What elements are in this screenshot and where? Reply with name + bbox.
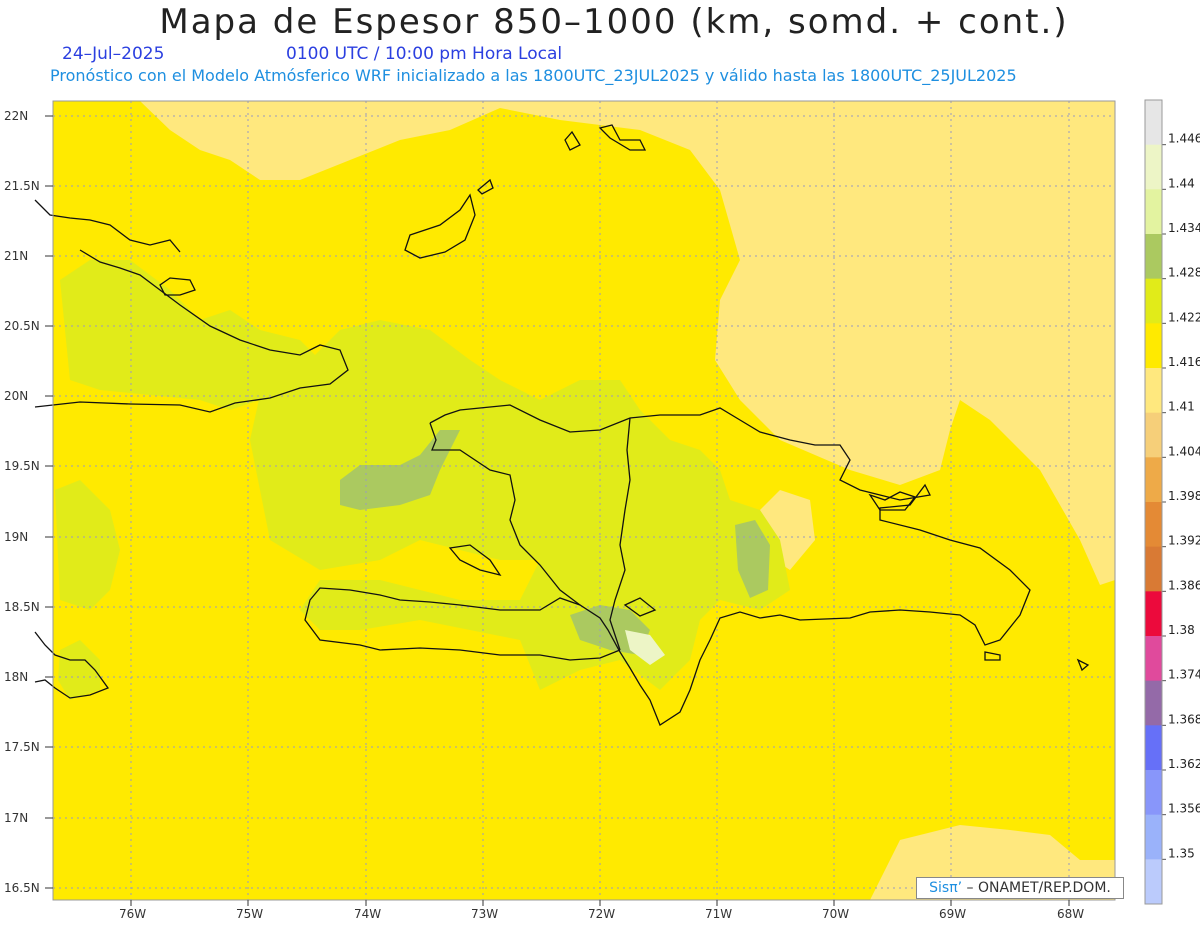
lat-label-16-5n: 16.5N [4,881,40,895]
lon-label-72w: 72W [588,907,615,921]
lat-label-17-5n: 17.5N [4,740,40,754]
colorbar-label: 1.404 [1168,444,1200,458]
colorbar-swatch [1145,323,1162,369]
colorbar-label: 1.368 [1168,712,1200,726]
lat-ticks [45,115,53,889]
credit-brand: Sisπ’ [929,880,963,896]
colorbar-label: 1.416 [1168,355,1200,369]
colorbar-label: 1.422 [1168,310,1200,324]
colorbar-swatch [1145,680,1162,726]
colorbar-swatch [1145,591,1162,637]
colorbar-swatch [1145,144,1162,190]
colorbar-label: 1.41 [1168,400,1195,414]
map-canvas: 22N 21.5N 21N 20.5N 20N 19.5N 19N 18.5N … [4,99,1200,921]
lon-label-69w: 69W [939,907,966,921]
lon-label-71w: 71W [705,907,732,921]
colorbar-label: 1.356 [1168,802,1200,816]
lon-ticks [130,900,1070,906]
lon-label-68w: 68W [1057,907,1084,921]
lon-label-73w: 73W [471,907,498,921]
colorbar-swatch [1145,189,1162,235]
lat-label-17n: 17N [4,811,28,825]
lat-label-19-5n: 19.5N [4,459,40,473]
colorbar-swatch [1145,859,1162,905]
colorbar-swatch [1145,546,1162,592]
colorbar-swatch [1145,278,1162,324]
colorbar-swatch [1145,636,1162,682]
lat-label-20n: 20N [4,389,28,403]
colorbar-label: 1.362 [1168,757,1200,771]
colorbar-label: 1.386 [1168,578,1200,592]
lat-label-22n: 22N [4,109,28,123]
colorbar-swatch [1145,368,1162,414]
lon-label-70w: 70W [822,907,849,921]
colorbar-swatch [1145,412,1162,458]
colorbar-swatch [1145,770,1162,816]
lon-label-75w: 75W [236,907,263,921]
lat-label-19n: 19N [4,530,28,544]
colorbar-label: 1.392 [1168,534,1200,548]
credit-text: – ONAMET/REP.DOM. [962,880,1111,896]
lat-label-20-5n: 20.5N [4,319,40,333]
colorbar-swatch [1145,234,1162,280]
colorbar-swatch [1145,814,1162,860]
lat-tick-labels: 22N 21.5N 21N 20.5N 20N 19.5N 19N 18.5N … [4,109,40,895]
colorbar-label: 1.44 [1168,176,1195,190]
colorbar-swatch [1145,100,1162,146]
colorbar-label: 1.374 [1168,668,1200,682]
colorbar-label: 1.428 [1168,266,1200,280]
lat-label-21n: 21N [4,249,28,263]
colorbar-label: 1.446 [1168,132,1200,146]
colorbar-label: 1.38 [1168,623,1195,637]
lon-label-74w: 74W [354,907,381,921]
credit-box: Sisπ’ – ONAMET/REP.DOM. [916,877,1124,899]
colorbar-label: 1.434 [1168,221,1200,235]
colorbar-swatch [1145,502,1162,548]
lon-tick-labels: 76W 75W 74W 73W 72W 71W 70W 69W 68W [119,907,1084,921]
colorbar: 1.446 1.44 1.434 1.428 1.422 1.416 1.41 1.404 1.… [1144,99,1200,905]
colorbar-swatch [1145,725,1162,771]
lat-label-21-5n: 21.5N [4,179,40,193]
colorbar-label: 1.35 [1168,846,1195,860]
colorbar-label: 1.398 [1168,489,1200,503]
lat-label-18-5n: 18.5N [4,600,40,614]
colorbar-swatch [1145,457,1162,503]
lat-label-18n: 18N [4,670,28,684]
lon-label-76w: 76W [119,907,146,921]
